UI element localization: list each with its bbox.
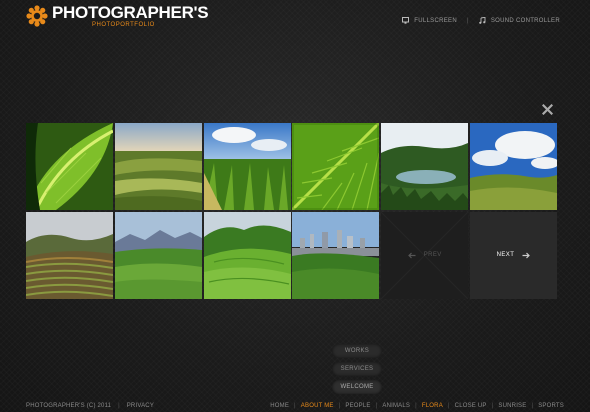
photo-leaf-closeup[interactable] (26, 123, 113, 210)
sound-controller-button[interactable]: SOUND CONTROLLER (479, 17, 560, 24)
bottom-menu: WORKS SERVICES WELCOME (332, 344, 382, 394)
brand-subtitle: PHOTOPORTFOLIO (92, 22, 155, 28)
footer-nav: HOME | ABOUT ME | PEOPLE | ANIMALS | FLORA | CLOSE… (270, 403, 564, 409)
photo-green-hills[interactable] (203, 211, 291, 299)
footer-nav-separator: | (375, 403, 378, 409)
photo-mountain-meadow[interactable] (114, 211, 202, 299)
prev-label: PREV (423, 252, 442, 259)
privacy-link[interactable]: PRIVACY (127, 403, 154, 409)
photo-grid: PREV NEXT (26, 123, 557, 299)
next-label: NEXT (496, 252, 515, 259)
arrow-left-icon (407, 252, 416, 259)
footer-nav-home[interactable]: HOME (270, 403, 289, 409)
sound-controller-label: SOUND CONTROLLER (490, 17, 560, 24)
brand-title: PHOTOGRAPHER'S (52, 3, 209, 22)
footer-nav-separator: | (294, 403, 296, 409)
photo-green-leaf[interactable] (292, 123, 380, 210)
photo-terraced-valley[interactable] (26, 211, 113, 299)
menu-works[interactable]: WORKS (332, 344, 382, 358)
aperture-icon (26, 5, 48, 27)
top-controls: FULLSCREEN | SOUND CONTROLLER (402, 17, 560, 24)
music-note-icon (479, 17, 486, 24)
footer-nav-people[interactable]: PEOPLE (345, 403, 370, 409)
control-separator: | (466, 17, 469, 24)
footer-nav-sunrise[interactable]: SUNRISE (498, 403, 526, 409)
photo-hills-clouds[interactable] (469, 123, 557, 210)
footer-nav-animals[interactable]: ANIMALS (382, 403, 410, 409)
photo-crater-lake[interactable] (381, 123, 469, 210)
footer: PHOTOGRAPHER'S (C) 2011 | PRIVACY HOME | A… (26, 403, 564, 409)
prev-button[interactable]: PREV (381, 211, 469, 299)
monitor-icon (402, 17, 410, 24)
photo-cornfield-sky[interactable] (203, 123, 291, 210)
footer-nav-close-up[interactable]: CLOSE UP (455, 403, 487, 409)
photo-city-hills[interactable] (292, 211, 380, 299)
footer-nav-separator: | (531, 403, 534, 409)
arrow-right-icon (522, 252, 531, 259)
brand-logo[interactable]: PHOTOGRAPHER'S PHOTOPORTFOLIO (26, 3, 209, 28)
footer-nav-separator: | (415, 403, 417, 409)
copyright-text: PHOTOGRAPHER'S (C) 2011 (26, 403, 112, 409)
footer-nav-flora[interactable]: FLORA (422, 403, 443, 409)
menu-services[interactable]: SERVICES (332, 362, 382, 376)
photo-rolling-fields[interactable] (114, 123, 202, 210)
menu-welcome[interactable]: WELCOME (332, 380, 382, 394)
footer-nav-about-me[interactable]: ABOUT ME (301, 403, 334, 409)
footer-nav-separator: | (447, 403, 450, 409)
close-icon[interactable] (542, 104, 553, 115)
footer-nav-separator: | (491, 403, 494, 409)
footer-nav-sports[interactable]: SPORTS (538, 403, 564, 409)
fullscreen-label: FULLSCREEN (414, 17, 457, 24)
footer-nav-separator: | (338, 403, 341, 409)
next-button[interactable]: NEXT (469, 211, 557, 299)
footer-separator: | (118, 403, 120, 409)
fullscreen-button[interactable]: FULLSCREEN (402, 17, 457, 24)
